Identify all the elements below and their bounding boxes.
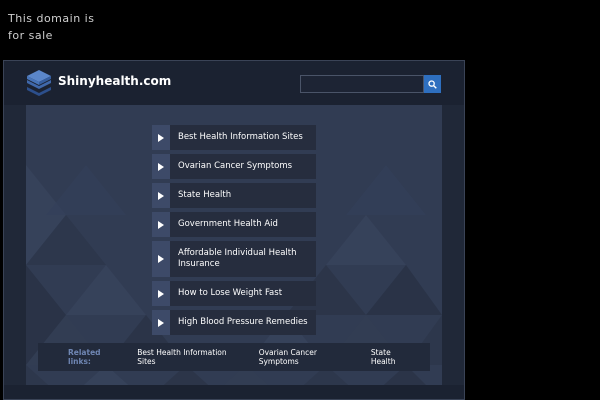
site-name[interactable]: Shinyhealth.com — [58, 74, 171, 88]
list-item[interactable]: Ovarian Cancer Symptoms — [152, 154, 316, 179]
related-links-title: Related links: — [68, 348, 101, 366]
search-button[interactable] — [424, 75, 441, 93]
list-item-label: Affordable Individual Health Insurance — [178, 248, 297, 269]
arrow-right-icon — [152, 281, 170, 306]
list-item[interactable]: Government Health Aid — [152, 212, 316, 237]
arrow-right-icon — [152, 310, 170, 335]
arrow-right-icon — [152, 212, 170, 237]
page: This domain is for sale Shinyhealth.com — [0, 0, 600, 400]
link-list: Best Health Information Sites Ovarian Ca… — [152, 125, 316, 339]
list-item[interactable]: How to Lose Weight Fast — [152, 281, 316, 306]
notice-line-1: This domain is — [8, 12, 95, 25]
list-item[interactable]: Affordable Individual Health Insurance — [152, 241, 316, 277]
list-item[interactable]: High Blood Pressure Remedies — [152, 310, 316, 335]
arrow-right-icon — [152, 125, 170, 150]
domain-notice: This domain is for sale — [8, 12, 94, 43]
site-header: Shinyhealth.com — [4, 61, 464, 105]
search-icon — [428, 77, 437, 92]
list-item[interactable]: State Health — [152, 183, 316, 208]
stacked-layers-icon[interactable] — [26, 69, 52, 97]
list-item[interactable]: Best Health Information Sites — [152, 125, 316, 150]
search-input[interactable] — [300, 75, 424, 93]
main-content: Best Health Information Sites Ovarian Ca… — [26, 105, 442, 399]
list-item-label: Best Health Information Sites — [178, 132, 303, 142]
site-frame: Shinyhealth.com Best Health Information … — [3, 60, 465, 400]
list-item-label: How to Lose Weight Fast — [178, 288, 283, 298]
related-links-bar: Related links: Best Health Information S… — [38, 343, 430, 371]
list-item-label: Ovarian Cancer Symptoms — [178, 161, 293, 171]
related-link[interactable]: State Health — [371, 348, 417, 366]
arrow-right-icon — [152, 154, 170, 179]
related-link[interactable]: Ovarian Cancer Symptoms — [259, 348, 358, 366]
list-item-label: High Blood Pressure Remedies — [178, 317, 308, 327]
list-item-label: Government Health Aid — [178, 219, 278, 229]
list-item-label: State Health — [178, 190, 232, 200]
notice-line-2: for sale — [8, 29, 53, 42]
arrow-right-icon — [152, 183, 170, 208]
arrow-right-icon — [152, 241, 170, 277]
footer-strip — [4, 385, 464, 399]
related-link[interactable]: Best Health Information Sites — [137, 348, 245, 366]
